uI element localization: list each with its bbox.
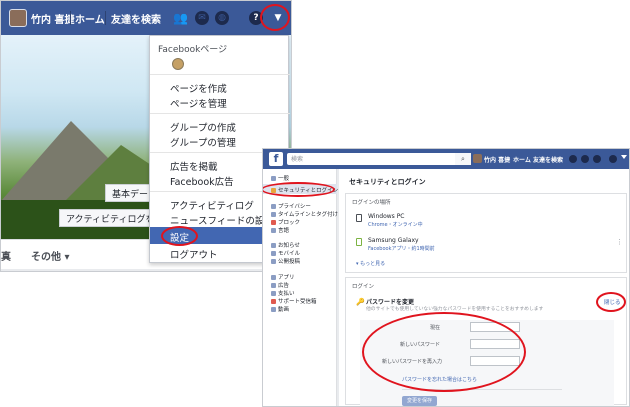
sidebar-item-videos[interactable]: 動画 bbox=[271, 305, 289, 313]
device-name: Windows PC bbox=[368, 213, 405, 220]
menu-divider bbox=[150, 74, 290, 75]
manage-pages-item[interactable]: ページを管理 bbox=[170, 96, 227, 110]
mobile-phone-icon bbox=[356, 238, 362, 246]
nav-divider bbox=[105, 11, 106, 25]
page-title: セキュリティとログイン bbox=[349, 178, 426, 186]
notifications-globe-icon[interactable]: ◍ bbox=[215, 11, 229, 25]
screenshot-composite: 竹内 喜捷 ホーム 友達を検索 👥 ✉ ◍ ? ▼ 基本デー アクティビティログ… bbox=[0, 0, 630, 407]
sidebar-item-general[interactable]: 一般 bbox=[271, 174, 289, 182]
pages-header: Facebookページ bbox=[158, 45, 228, 55]
change-password-description: 他のサイトでも使用していない強力なパスワードを使用することをおすすめします bbox=[366, 307, 544, 312]
save-changes-button[interactable]: 変更を保存 bbox=[402, 396, 438, 406]
annotation-circle-close bbox=[596, 292, 626, 312]
section-heading: ログイン bbox=[352, 284, 375, 290]
find-friends-link[interactable]: 友達を検索 bbox=[533, 155, 563, 164]
tab-partial[interactable]: 真 bbox=[1, 248, 11, 263]
top-navigation-bar: f 検索 ⌕ 竹内 喜捷 ホーム 友達を検索 bbox=[263, 149, 629, 169]
facebook-logo-icon[interactable]: f bbox=[269, 152, 283, 166]
device-status: Chrome・オンライン中 bbox=[368, 222, 423, 228]
where-logged-in-section: ログインの場所 Windows PC Chrome・オンライン中 Samsung… bbox=[345, 193, 627, 273]
create-page-item[interactable]: ページを作成 bbox=[170, 81, 227, 95]
facebook-ads-item[interactable]: Facebook広告 bbox=[170, 174, 234, 188]
logout-item[interactable]: ログアウト bbox=[170, 247, 218, 261]
sidebar-item-privacy[interactable]: プライバシー bbox=[271, 202, 311, 210]
video-icon bbox=[271, 307, 276, 312]
sidebar-item-language[interactable]: 言語 bbox=[271, 226, 289, 234]
sidebar-label: 一般 bbox=[278, 176, 290, 182]
desktop-icon bbox=[356, 214, 362, 222]
manage-groups-item[interactable]: グループの管理 bbox=[170, 135, 236, 149]
sidebar-item-payments[interactable]: 支払い bbox=[271, 289, 295, 297]
user-name-link[interactable]: 竹内 喜捷 bbox=[31, 11, 74, 26]
key-icon: 🔑 bbox=[356, 298, 365, 306]
login-section: ログイン 🔑 パスワードを変更 他のサイトでも使用していない強力なパスワードを使… bbox=[345, 277, 627, 406]
sidebar-item-public-posts[interactable]: 公開投稿 bbox=[271, 257, 300, 265]
sidebar-item-mobile[interactable]: モバイル bbox=[271, 249, 300, 257]
user-name-link[interactable]: 竹内 喜捷 bbox=[484, 155, 510, 164]
notifications-globe-icon[interactable] bbox=[593, 155, 601, 163]
menu-divider bbox=[150, 113, 290, 114]
lock-icon bbox=[271, 204, 276, 209]
ads-item[interactable]: 広告を掲載 bbox=[170, 159, 218, 173]
see-more-link[interactable]: ▾ もっと見る bbox=[356, 260, 385, 267]
search-placeholder: 検索 bbox=[291, 156, 304, 163]
home-link[interactable]: ホーム bbox=[75, 11, 105, 26]
profile-window: 竹内 喜捷 ホーム 友達を検索 👥 ✉ ◍ ? ▼ 基本デー アクティビティログ… bbox=[0, 0, 292, 272]
friend-requests-icon[interactable]: 👥 bbox=[173, 11, 188, 25]
annotation-circle-menu bbox=[260, 4, 290, 31]
create-group-item[interactable]: グループの作成 bbox=[170, 120, 236, 134]
section-heading: ログインの場所 bbox=[352, 200, 391, 206]
sidebar-label: 言語 bbox=[278, 228, 290, 234]
annotation-circle-security bbox=[263, 182, 335, 197]
mobile-icon bbox=[271, 251, 276, 256]
lifebuoy-icon bbox=[271, 299, 276, 304]
user-avatar[interactable] bbox=[473, 154, 482, 163]
sidebar-item-apps[interactable]: アプリ bbox=[271, 273, 295, 281]
sidebar-item-notifications[interactable]: お知らせ bbox=[271, 241, 300, 249]
activity-log-button[interactable]: アクティビティログを bbox=[59, 209, 162, 227]
security-settings-window: f 検索 ⌕ 竹内 喜捷 ホーム 友達を検索 一般 セキュリティとログイン プラ… bbox=[262, 148, 630, 407]
search-icon[interactable]: ⌕ bbox=[455, 153, 471, 165]
ads-icon bbox=[271, 283, 276, 288]
device-name: Samsung Galaxy bbox=[368, 237, 419, 244]
sidebar-item-ads[interactable]: 広告 bbox=[271, 281, 289, 289]
sidebar-label: 動画 bbox=[278, 307, 290, 313]
home-link[interactable]: ホーム bbox=[513, 155, 531, 164]
sidebar-item-timeline[interactable]: タイムラインとタグ付け bbox=[271, 210, 338, 218]
annotation-circle-form bbox=[362, 312, 526, 392]
timeline-icon bbox=[271, 212, 276, 217]
settings-content: セキュリティとログイン ログインの場所 Windows PC Chrome・オン… bbox=[339, 169, 629, 406]
language-icon bbox=[271, 228, 276, 233]
chevron-down-icon[interactable] bbox=[621, 155, 627, 161]
activity-log-item[interactable]: アクティビティログ bbox=[170, 198, 254, 212]
annotation-circle-settings bbox=[161, 226, 198, 246]
search-input[interactable]: 検索 ⌕ bbox=[287, 153, 471, 165]
user-avatar[interactable] bbox=[9, 9, 27, 27]
find-friends-link[interactable]: 友達を検索 bbox=[111, 11, 161, 26]
gear-icon bbox=[271, 176, 276, 181]
sidebar-item-blocking[interactable]: ブロック bbox=[271, 218, 300, 226]
apps-icon bbox=[271, 275, 276, 280]
sidebar-item-support-inbox[interactable]: サポート受信箱 bbox=[271, 297, 317, 305]
friend-requests-icon[interactable] bbox=[569, 155, 577, 163]
globe-icon bbox=[271, 243, 276, 248]
tab-more[interactable]: その他 ▾ bbox=[31, 248, 70, 263]
update-info-button[interactable]: 基本デー bbox=[105, 184, 156, 202]
device-status: Facebookアプリ・約1時間前 bbox=[368, 246, 435, 252]
news-feed-settings-item[interactable]: ニュースフィードの設定 bbox=[170, 213, 274, 227]
messenger-icon[interactable]: ✉ bbox=[195, 11, 209, 25]
card-icon bbox=[271, 291, 276, 296]
page-avatar-icon[interactable] bbox=[172, 58, 184, 70]
top-navigation-bar: 竹内 喜捷 ホーム 友達を検索 👥 ✉ ◍ ? ▼ bbox=[1, 1, 291, 35]
block-icon bbox=[271, 220, 276, 225]
nav-divider bbox=[70, 11, 71, 25]
device-options-icon[interactable]: ⋮ bbox=[616, 238, 623, 246]
settings-sidebar: 一般 セキュリティとログイン プライバシー タイムラインとタグ付け ブロック 言… bbox=[263, 169, 338, 406]
sidebar-label: 公開投稿 bbox=[278, 259, 301, 265]
help-icon[interactable] bbox=[609, 155, 617, 163]
messenger-icon[interactable] bbox=[581, 155, 589, 163]
rss-icon bbox=[271, 259, 276, 264]
